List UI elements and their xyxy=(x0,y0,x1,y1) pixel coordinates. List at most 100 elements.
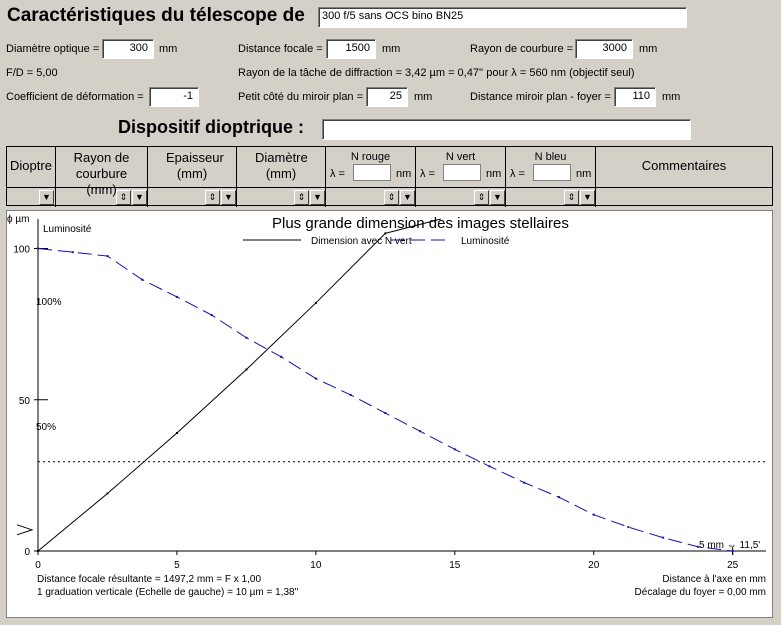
nbleu-lambda: λ = xyxy=(510,168,525,180)
legend-label-nvert: Dimension avec N vert xyxy=(311,236,412,247)
focal-result-text: Distance focale résultante = 1497,2 mm =… xyxy=(37,574,261,585)
nrouge-lambda: λ = xyxy=(330,168,345,180)
x-tick-label: 15 xyxy=(449,560,461,571)
rayon-cell: ⇕ ▼ xyxy=(56,187,148,207)
y-tick-label: 0 xyxy=(24,547,30,558)
rayon-updown-icon[interactable]: ⇕ xyxy=(116,190,131,205)
flat-mirror-unit: mm xyxy=(414,91,433,103)
y-tick-label: 100 xyxy=(13,245,30,256)
left-axis-label: ϕ µm xyxy=(7,214,29,225)
point-luminosity xyxy=(384,412,387,415)
mirror-focus-unit: mm xyxy=(662,91,681,103)
point-luminosity xyxy=(488,465,491,468)
point-luminosity xyxy=(71,251,74,254)
mirror-focus-label: Distance miroir plan - foyer = xyxy=(470,91,611,103)
rayon-down-icon[interactable]: ▼ xyxy=(132,190,147,205)
aperture-marker xyxy=(16,524,34,536)
point-nvert xyxy=(37,550,39,552)
curvature-field[interactable]: 3000 xyxy=(575,39,633,59)
scale-annotation: 5 mm ⇔ 11,5' xyxy=(699,540,760,551)
nvert-updown-icon[interactable]: ⇕ xyxy=(474,190,489,205)
point-nvert xyxy=(314,301,317,304)
diameter-label: Diamètre optique = xyxy=(6,43,100,55)
nvert-lambda-input[interactable] xyxy=(443,164,481,181)
nrouge-updown-icon[interactable]: ⇕ xyxy=(384,190,399,205)
diameter-field[interactable]: 300 xyxy=(102,39,154,59)
fd-ratio: F/D = 5,00 xyxy=(6,67,58,79)
dioptric-device-field[interactable] xyxy=(322,119,691,140)
luminosity-axis-label: Luminosité xyxy=(43,224,92,235)
nvert-lambda: λ = xyxy=(420,168,435,180)
deformation-field[interactable]: -1 xyxy=(149,87,199,107)
diametre-cell: ⇕ ▼ xyxy=(237,187,326,207)
col-diametre: Diamètre (mm) xyxy=(237,147,326,187)
epaisseur-down-icon[interactable]: ▼ xyxy=(221,190,236,205)
diametre-updown-icon[interactable]: ⇕ xyxy=(294,190,309,205)
nbleu-lambda-input[interactable] xyxy=(533,164,571,181)
nrouge-lambda-input[interactable] xyxy=(353,164,391,181)
nbleu-label: N bleu xyxy=(534,151,567,163)
point-luminosity xyxy=(210,314,213,317)
dioptre-down-icon[interactable]: ▼ xyxy=(39,190,54,205)
col-epaisseur: Epaisseur (mm) xyxy=(148,147,237,187)
x-tick-label: 25 xyxy=(727,560,739,571)
x-tick-label: 0 xyxy=(35,560,41,571)
diffraction-info: Rayon de la tâche de diffraction = 3,42 … xyxy=(238,67,635,79)
series-luminosity-line xyxy=(37,248,733,552)
point-luminosity xyxy=(557,496,560,499)
flat-mirror-field[interactable]: 25 xyxy=(366,87,408,107)
point-luminosity xyxy=(453,448,456,451)
focal-label: Distance focale = xyxy=(238,43,323,55)
y-tick-label: 50 xyxy=(19,396,31,407)
nbleu-updown-icon[interactable]: ⇕ xyxy=(564,190,579,205)
lum-50-label: 50% xyxy=(36,422,56,433)
page-title: Caractéristiques du télescope de xyxy=(7,5,305,26)
point-luminosity xyxy=(141,278,144,281)
point-luminosity xyxy=(175,295,178,298)
point-luminosity xyxy=(419,430,422,433)
col-nrouge: N rouge λ = nm xyxy=(326,147,416,187)
dioptric-device-label: Dispositif dioptrique : xyxy=(118,117,304,137)
nbleu-down-icon[interactable]: ▼ xyxy=(580,190,595,205)
point-luminosity xyxy=(37,247,39,250)
nrouge-down-icon[interactable]: ▼ xyxy=(400,190,415,205)
col-nbleu: N bleu λ = nm xyxy=(506,147,596,187)
diametre-down-icon[interactable]: ▼ xyxy=(310,190,325,205)
focal-unit: mm xyxy=(382,43,401,55)
epaisseur-cell: ⇕ ▼ xyxy=(148,187,237,207)
x-tick-label: 5 xyxy=(174,560,180,571)
point-nvert xyxy=(175,432,178,435)
epaisseur-updown-icon[interactable]: ⇕ xyxy=(205,190,220,205)
nvert-nm: nm xyxy=(486,168,502,180)
nrouge-label: N rouge xyxy=(350,151,391,163)
graduation-text: 1 graduation verticale (Echelle de gauch… xyxy=(37,587,298,598)
nvert-label: N vert xyxy=(445,151,476,163)
point-nvert xyxy=(245,368,248,371)
point-luminosity xyxy=(627,526,630,529)
nvert-cell: ⇕ ▼ xyxy=(416,187,506,207)
dioptre-table: Dioptre Rayon de courbure (mm) Epaisseur… xyxy=(6,146,773,207)
flat-mirror-label: Petit côté du miroir plan = xyxy=(238,91,364,103)
chart-svg: Plus grande dimension des images stellai… xyxy=(7,214,766,598)
dioptre-cell: ▼ xyxy=(7,187,56,207)
comment-cell[interactable] xyxy=(596,187,772,207)
point-luminosity xyxy=(245,336,248,339)
telescope-name-field[interactable]: 300 f/5 sans OCS bino BN25 xyxy=(318,7,687,28)
nvert-down-icon[interactable]: ▼ xyxy=(490,190,505,205)
chart-title: Plus grande dimension des images stellai… xyxy=(272,215,569,232)
mirror-focus-field[interactable]: 110 xyxy=(614,87,656,107)
nrouge-cell: ⇕ ▼ xyxy=(326,187,416,207)
nbleu-nm: nm xyxy=(576,168,592,180)
col-dioptre: Dioptre xyxy=(7,147,56,187)
star-image-chart: Plus grande dimension des images stellai… xyxy=(6,210,773,618)
point-luminosity xyxy=(280,355,283,358)
curvature-unit: mm xyxy=(639,43,658,55)
x-axis-label: Distance à l'axe en mm xyxy=(662,574,766,585)
col-nvert: N vert λ = nm xyxy=(416,147,506,187)
nbleu-cell: ⇕ ▼ xyxy=(506,187,596,207)
legend-label-luminosity: Luminosité xyxy=(461,236,510,247)
series-nvert-line xyxy=(37,218,442,552)
focus-offset-text: Décalage du foyer = 0,00 mm xyxy=(635,587,766,598)
focal-field[interactable]: 1500 xyxy=(326,39,376,59)
lum-100-label: 100% xyxy=(36,297,62,308)
